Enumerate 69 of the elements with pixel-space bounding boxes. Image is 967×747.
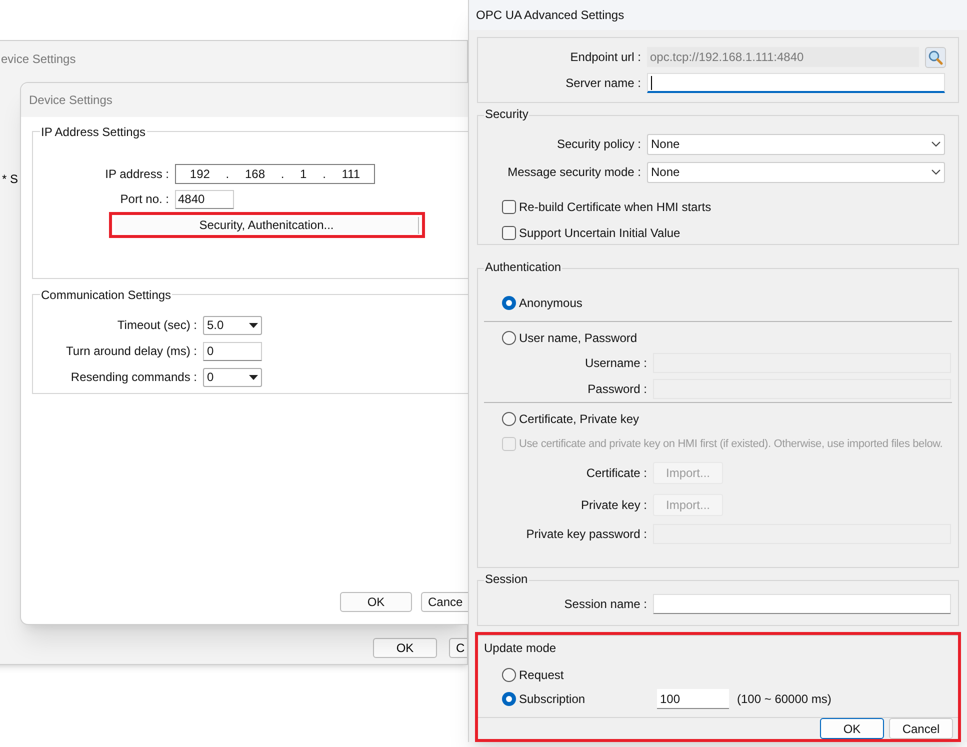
window-title: evice Settings [1, 51, 76, 68]
field-label: Timeout (sec) : [116, 317, 197, 334]
field-label: Username : [584, 355, 647, 372]
separator-dot: . [280, 166, 284, 183]
field-label: IP address : [104, 166, 169, 183]
dropdown[interactable]: 5.0 [203, 316, 262, 334]
chevron-down-icon [931, 169, 941, 175]
field-label: Private key : [580, 497, 647, 514]
ip-octet: 192 [190, 166, 210, 183]
chevron-down-icon [931, 141, 941, 147]
group-title: Session [484, 573, 529, 585]
ok-button[interactable]: OK [373, 638, 437, 658]
checkbox-label: Support Uncertain Initial Value [519, 225, 680, 242]
radio-label: Request [519, 667, 564, 684]
radio-button[interactable] [502, 692, 516, 706]
cancel-button[interactable]: Cance [421, 592, 468, 612]
radio-button[interactable] [502, 296, 516, 310]
window-title: Device Settings [29, 92, 112, 109]
radio-button[interactable] [502, 331, 516, 345]
search-button[interactable] [925, 46, 946, 68]
dropdown[interactable]: None [647, 162, 945, 182]
ip-octet: 1 [300, 166, 307, 183]
radio-button[interactable] [502, 412, 516, 426]
cancel-button[interactable]: C [449, 638, 467, 658]
security-button[interactable]: Security, Authenitcation... [115, 216, 419, 234]
separator-dot: . [226, 166, 230, 183]
field-label: Port no. : [119, 191, 169, 208]
radio-button[interactable] [502, 668, 516, 682]
ok-button[interactable]: OK [820, 718, 884, 739]
field-label: Endpoint url : [569, 49, 641, 66]
ip-address-field[interactable]: 192 . 168 . 1 . 111 [175, 164, 375, 184]
checkbox-label: Use certificate and private key on HMI first (if existed). Otherwise, use imported files below. [519, 436, 943, 452]
field-label: Turn around delay (ms) : [65, 343, 197, 360]
field-label: Security policy : [556, 136, 641, 153]
field-label: Resending commands : [70, 369, 197, 386]
radio-label: Subscription [519, 691, 586, 708]
interval-field[interactable]: 100 [657, 689, 729, 709]
caret-icon [249, 374, 258, 380]
checkbox[interactable] [502, 226, 516, 240]
field-label: Private key password : [525, 526, 647, 543]
group-title: Update mode [484, 641, 556, 655]
dropdown[interactable]: 0 [203, 368, 262, 386]
checkbox-label: Re-build Certificate when HMI starts [519, 199, 712, 216]
ok-button[interactable]: OK [340, 592, 412, 612]
window-title: OPC UA Advanced Settings [476, 7, 624, 24]
ip-octet: 111 [342, 166, 360, 183]
cancel-button[interactable]: Cancel [889, 718, 953, 739]
group-title: Security [484, 108, 530, 120]
field-label: Server name : [564, 75, 641, 92]
field-label: Session name : [563, 596, 647, 613]
field-label: Message security mode : [506, 164, 641, 181]
radio-label: User name, Password [519, 330, 638, 347]
field-label: * S [2, 172, 18, 186]
radio-label: Certificate, Private key [519, 411, 640, 428]
separator-dot: . [322, 166, 326, 183]
checkbox[interactable] [502, 200, 516, 214]
ip-octet: 168 [244, 166, 266, 183]
caret-icon [249, 322, 258, 328]
dropdown[interactable]: None [647, 134, 945, 154]
server-name-field[interactable] [647, 73, 945, 93]
delay-field[interactable]: 0 [203, 342, 262, 360]
radio-label: Anonymous [519, 295, 582, 312]
range-hint: (100 ~ 60000 ms) [737, 691, 832, 708]
field-label: Certificate : [585, 465, 647, 482]
group-title: Authentication [484, 261, 562, 273]
session-name-field[interactable] [653, 594, 951, 614]
field-label: Password : [586, 381, 647, 398]
port-field[interactable]: 4840 [175, 190, 234, 208]
search-icon [928, 50, 943, 64]
